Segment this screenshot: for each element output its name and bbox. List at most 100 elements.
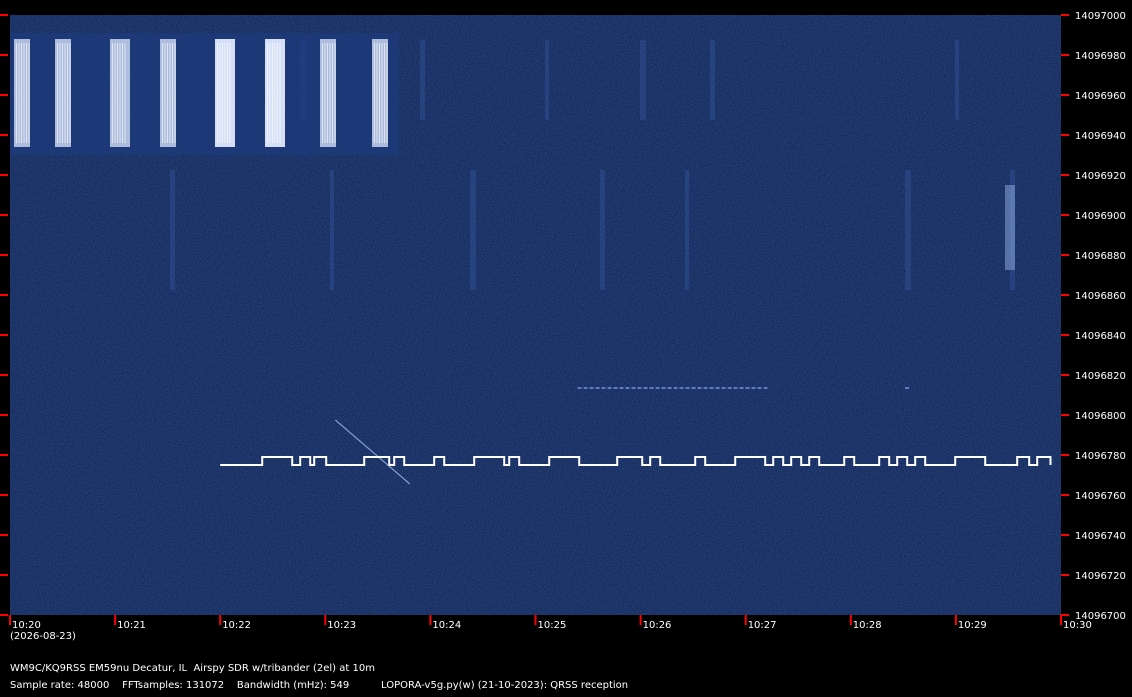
burst-line bbox=[322, 43, 323, 143]
dot-mark bbox=[905, 387, 909, 389]
noise-streak bbox=[905, 170, 911, 290]
dot-mark bbox=[577, 387, 582, 389]
burst-line bbox=[122, 43, 123, 143]
noise-streak bbox=[685, 170, 689, 290]
fft-samples: FFTsamples: 131072 bbox=[122, 680, 225, 691]
noise-streak bbox=[710, 40, 715, 120]
x-tick-label: 10:21 bbox=[117, 620, 146, 631]
burst-line bbox=[327, 43, 328, 143]
burst-line bbox=[274, 43, 276, 143]
noise-streak bbox=[640, 40, 646, 120]
y-tick-label: 14096940 bbox=[1075, 131, 1126, 142]
dot-mark bbox=[685, 387, 690, 389]
burst-line bbox=[28, 43, 30, 143]
burst-line bbox=[386, 43, 388, 143]
dot-mark bbox=[739, 387, 744, 389]
y-tick-label: 14096920 bbox=[1075, 171, 1126, 182]
noise-streak bbox=[330, 170, 334, 290]
burst-line bbox=[23, 43, 25, 143]
y-tick-label: 14096780 bbox=[1075, 451, 1126, 462]
burst-line bbox=[69, 43, 71, 143]
software-version: LOPORA-v5g.py(w) (21-10-2023): QRSS rece… bbox=[381, 680, 629, 691]
x-tick-label: 10:30 bbox=[1063, 620, 1092, 631]
y-tick-label: 14096820 bbox=[1075, 371, 1126, 382]
burst-line bbox=[164, 43, 166, 143]
bandwidth: Bandwidth (mHz): 549 bbox=[236, 680, 350, 691]
burst-line bbox=[112, 43, 113, 143]
burst-line bbox=[174, 43, 176, 143]
noise-streak bbox=[420, 40, 425, 120]
burst-line bbox=[222, 43, 223, 143]
noise-streak bbox=[955, 40, 959, 120]
dot-mark bbox=[721, 387, 726, 389]
y-tick-label: 14096740 bbox=[1075, 531, 1126, 542]
burst-line bbox=[26, 43, 27, 143]
y-tick-label: 14096720 bbox=[1075, 571, 1126, 582]
spectrogram-waterfall: 14097000 14096980 14096960 14096940 14096920… bbox=[0, 11, 1126, 631]
dot-mark bbox=[583, 387, 588, 389]
burst-line bbox=[169, 43, 171, 143]
burst-line bbox=[332, 43, 333, 143]
x-tick-label: 10:29 bbox=[958, 620, 987, 631]
y-tick-label: 14096800 bbox=[1075, 411, 1126, 422]
burst-line bbox=[217, 43, 218, 143]
burst-line bbox=[272, 43, 273, 143]
dot-mark bbox=[763, 387, 768, 389]
burst-line bbox=[227, 43, 228, 143]
dot-mark bbox=[595, 387, 600, 389]
x-tick-label: 10:22 bbox=[222, 620, 251, 631]
burst-line bbox=[374, 43, 375, 143]
dot-mark bbox=[715, 387, 720, 389]
y-tick-label: 14096980 bbox=[1075, 51, 1126, 62]
x-tick-label: 10:28 bbox=[853, 620, 882, 631]
burst-line bbox=[119, 43, 121, 143]
dot-mark bbox=[733, 387, 738, 389]
dot-mark bbox=[679, 387, 684, 389]
dot-mark bbox=[757, 387, 762, 389]
dot-mark bbox=[655, 387, 660, 389]
noise-streak bbox=[170, 170, 175, 290]
dot-mark bbox=[643, 387, 648, 389]
burst-line bbox=[57, 43, 58, 143]
y-tick-label: 14096960 bbox=[1075, 91, 1126, 102]
dot-mark bbox=[661, 387, 666, 389]
noise-streak bbox=[545, 40, 549, 120]
burst-line bbox=[172, 43, 173, 143]
x-tick-label: 10:27 bbox=[748, 620, 777, 631]
x-axis-ticks: 10:20 10:21 10:22 10:23 10:24 10:25 10:26 10:27… bbox=[9, 615, 1092, 631]
dot-mark bbox=[691, 387, 696, 389]
reception-params: Sample rate: 48000 FFTsamples: 131072 Ba… bbox=[10, 680, 628, 691]
burst-line bbox=[21, 43, 22, 143]
dot-mark bbox=[703, 387, 708, 389]
y-tick-label: 14096860 bbox=[1075, 291, 1126, 302]
burst-line bbox=[16, 43, 17, 143]
sample-rate: Sample rate: 48000 bbox=[10, 680, 110, 691]
noise-streak bbox=[1005, 185, 1015, 270]
y-tick-label: 14096760 bbox=[1075, 491, 1126, 502]
burst-line bbox=[324, 43, 326, 143]
dot-mark bbox=[607, 387, 612, 389]
burst-line bbox=[59, 43, 61, 143]
dot-mark bbox=[589, 387, 594, 389]
burst-line bbox=[64, 43, 66, 143]
burst-line bbox=[124, 43, 126, 143]
burst-line bbox=[379, 43, 380, 143]
burst-band bbox=[10, 33, 399, 155]
noise-streak bbox=[470, 170, 476, 290]
dot-mark bbox=[745, 387, 750, 389]
burst-line bbox=[384, 43, 385, 143]
burst-line bbox=[269, 43, 271, 143]
noise-streak bbox=[600, 170, 605, 290]
burst-line bbox=[381, 43, 383, 143]
dot-mark bbox=[631, 387, 636, 389]
x-tick-label: 10:20 bbox=[12, 620, 41, 631]
y-tick-label: 14097000 bbox=[1075, 11, 1126, 22]
dot-mark bbox=[727, 387, 732, 389]
burst-line bbox=[162, 43, 163, 143]
dot-mark bbox=[751, 387, 756, 389]
dot-mark bbox=[709, 387, 714, 389]
x-tick-label: 10:26 bbox=[643, 620, 672, 631]
burst-line bbox=[334, 43, 336, 143]
date-label: (2026-08-23) bbox=[10, 631, 76, 642]
dot-mark bbox=[673, 387, 678, 389]
